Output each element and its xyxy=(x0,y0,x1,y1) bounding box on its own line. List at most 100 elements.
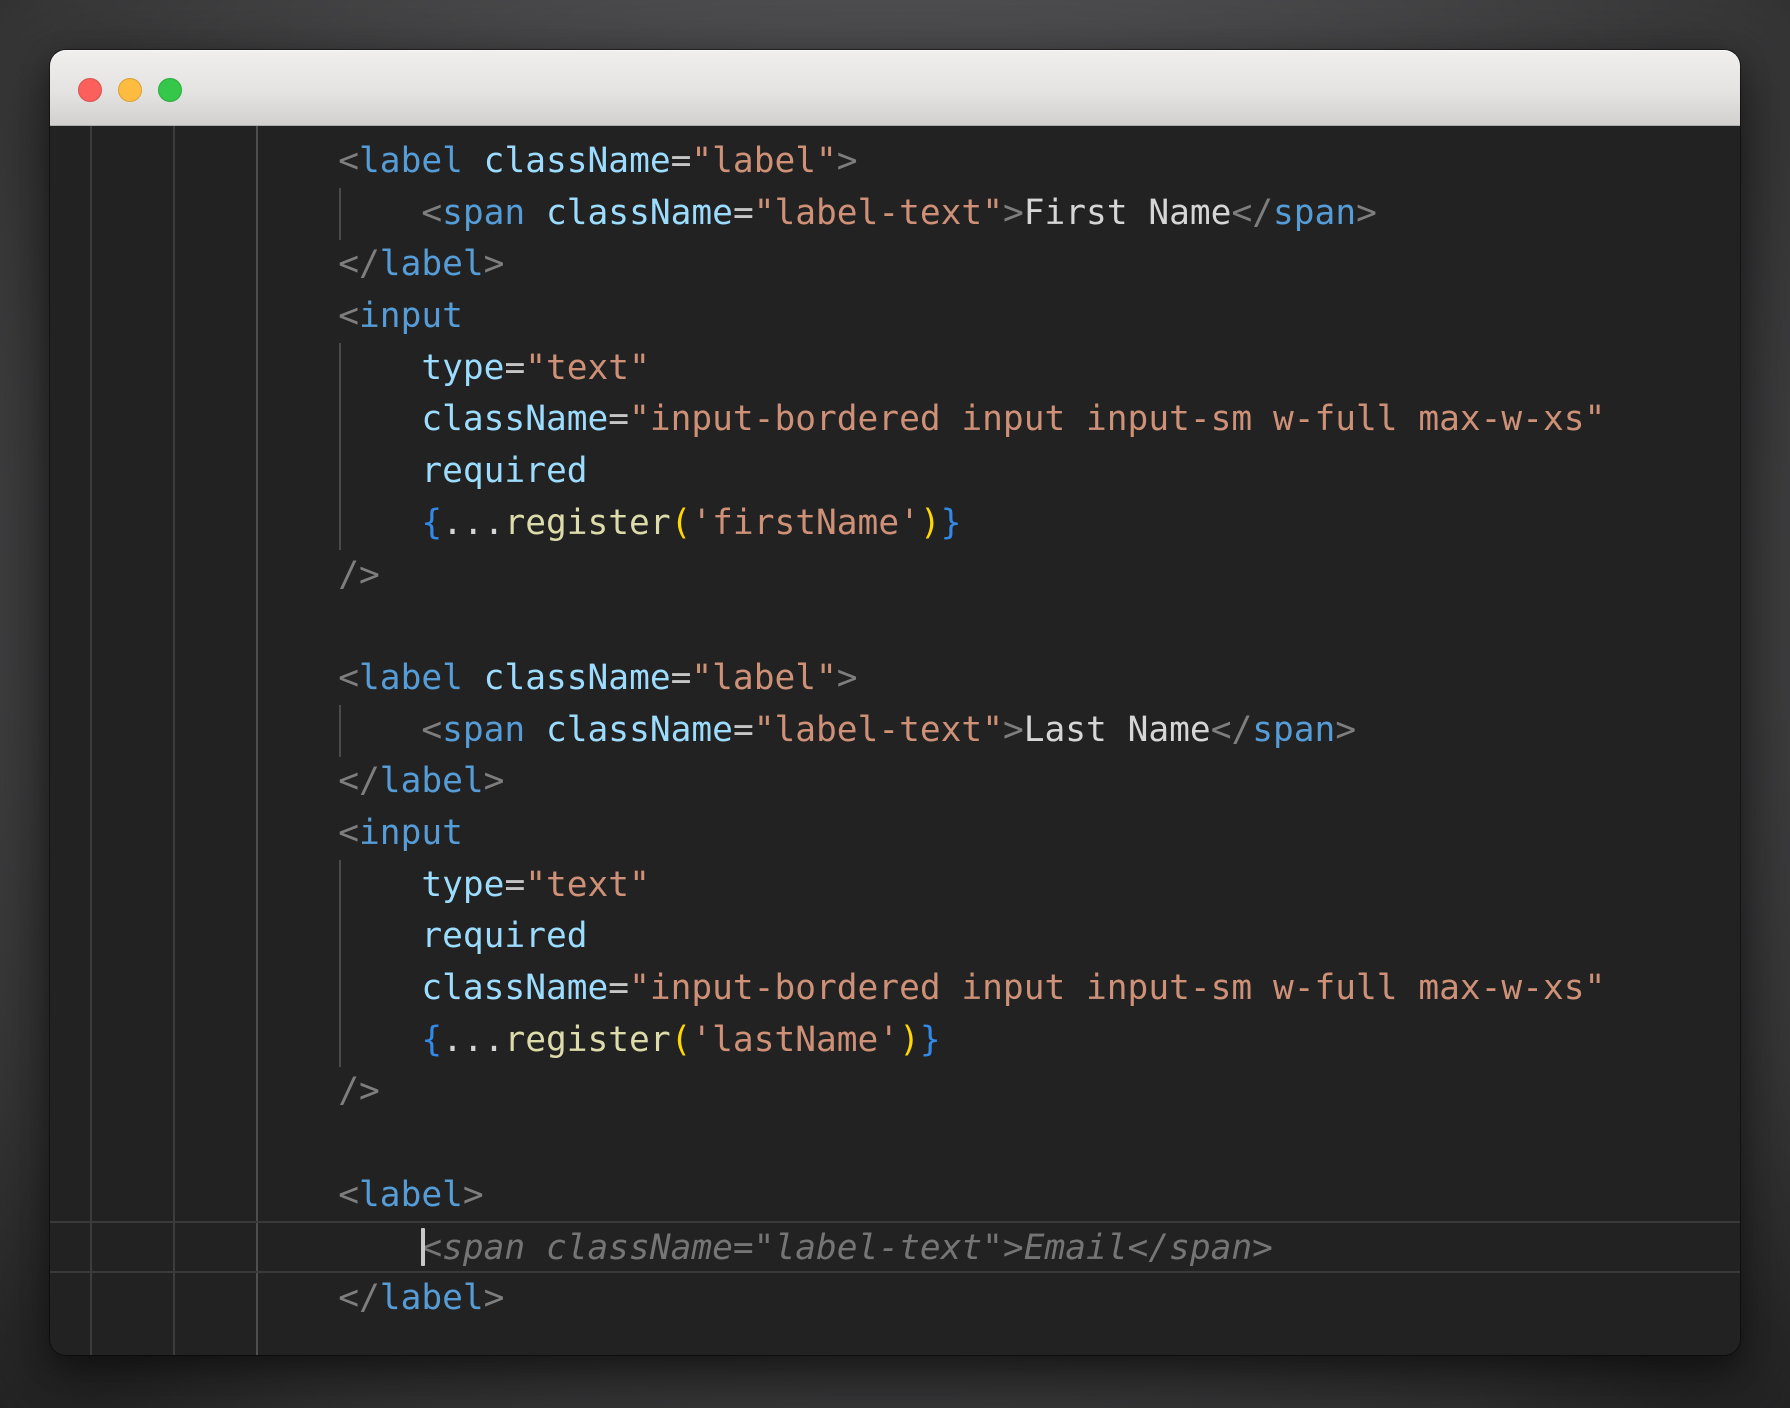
code-token: < xyxy=(338,1175,359,1215)
code-token: < xyxy=(338,141,359,181)
code-token: Last Name xyxy=(1024,710,1211,750)
code-token: ( xyxy=(671,503,692,543)
code-token: label xyxy=(359,658,463,698)
code-token: label xyxy=(359,141,463,181)
code-line xyxy=(50,1118,1740,1170)
code-line: type="text" xyxy=(50,860,1740,912)
code-token: = xyxy=(504,865,525,905)
code-line: </label> xyxy=(50,756,1740,808)
code-token: > xyxy=(463,1175,484,1215)
code-token: < xyxy=(338,296,359,336)
code-token: > xyxy=(484,244,505,284)
code-line: /> xyxy=(50,1066,1740,1118)
code-token: span xyxy=(442,710,525,750)
code-token: "label" xyxy=(691,141,836,181)
code-token: label xyxy=(359,1175,463,1215)
code-token: span xyxy=(1252,710,1335,750)
code-token: type xyxy=(421,348,504,388)
code-token: = xyxy=(608,399,629,439)
code-token: > xyxy=(1003,710,1024,750)
code-token: input xyxy=(359,813,463,853)
code-token: ... xyxy=(442,503,504,543)
code-token: < xyxy=(421,193,442,233)
code-line: className="input-bordered input input-sm… xyxy=(50,394,1740,446)
code-line: <input xyxy=(50,808,1740,860)
code-token: </ xyxy=(338,761,380,801)
code-token: </ xyxy=(338,1278,380,1318)
code-line: required xyxy=(50,446,1740,498)
code-line: <label className="label"> xyxy=(50,136,1740,188)
code-line: <span className="label-text">First Name<… xyxy=(50,188,1740,240)
code-line: {...register('firstName')} xyxy=(50,498,1740,550)
code-token: className xyxy=(421,399,608,439)
code-token: ) xyxy=(899,1020,920,1060)
code-token: register xyxy=(504,1020,670,1060)
code-token: { xyxy=(421,1020,442,1060)
code-line-current: <span className="label-text">Email</span… xyxy=(50,1221,1740,1273)
code-token: } xyxy=(920,1020,941,1060)
code-token: 'lastName' xyxy=(691,1020,899,1060)
code-token: "input-bordered input input-sm w-full ma… xyxy=(629,968,1605,1008)
code-token: 'firstName' xyxy=(691,503,919,543)
code-token: > xyxy=(837,658,858,698)
code-token xyxy=(463,141,484,181)
code-token: className xyxy=(421,968,608,1008)
code-token: </ xyxy=(1211,710,1253,750)
code-token: required xyxy=(421,916,587,956)
code-token: label xyxy=(380,244,484,284)
code-token: "text" xyxy=(525,865,650,905)
code-token: "text" xyxy=(525,348,650,388)
code-token: > xyxy=(1335,710,1356,750)
code-token: "input-bordered input input-sm w-full ma… xyxy=(629,399,1605,439)
code-line: type="text" xyxy=(50,343,1740,395)
code-line: className="input-bordered input input-sm… xyxy=(50,963,1740,1015)
code-token: } xyxy=(941,503,962,543)
window-titlebar[interactable] xyxy=(50,50,1740,126)
code-token: className xyxy=(546,193,733,233)
code-token: span xyxy=(1273,193,1356,233)
code-token: className xyxy=(546,710,733,750)
code-token: "label-text" xyxy=(754,193,1003,233)
code-token: < xyxy=(338,658,359,698)
code-token: label xyxy=(380,1278,484,1318)
code-token: < xyxy=(421,710,442,750)
code-token: = xyxy=(733,193,754,233)
traffic-lights xyxy=(78,78,182,102)
code-token: "label-text" xyxy=(754,710,1003,750)
code-token: > xyxy=(837,141,858,181)
code-token: ( xyxy=(671,1020,692,1060)
code-token: ... xyxy=(442,1020,504,1060)
code-token: = xyxy=(733,710,754,750)
code-line: {...register('lastName')} xyxy=(50,1015,1740,1067)
minimize-button[interactable] xyxy=(118,78,142,102)
code-token: className xyxy=(484,141,671,181)
code-token: type xyxy=(421,865,504,905)
text-cursor xyxy=(421,1228,425,1266)
code-token: /> xyxy=(338,1071,380,1111)
code-token xyxy=(525,193,546,233)
code-token: ) xyxy=(920,503,941,543)
code-token: < xyxy=(338,813,359,853)
code-token: /> xyxy=(338,555,380,595)
close-button[interactable] xyxy=(78,78,102,102)
code-token: { xyxy=(421,503,442,543)
code-token: </ xyxy=(338,244,380,284)
code-line: <label> xyxy=(50,1170,1740,1222)
code-line: <span className="label-text">Last Name</… xyxy=(50,705,1740,757)
code-line: <label className="label"> xyxy=(50,653,1740,705)
code-lines: <label className="label"> <span classNam… xyxy=(50,126,1740,1325)
ghost-suggestion-text: <span className="label-text">Email</span… xyxy=(421,1228,1273,1268)
zoom-button[interactable] xyxy=(158,78,182,102)
code-token: label xyxy=(380,761,484,801)
code-token xyxy=(463,658,484,698)
code-token: span xyxy=(442,193,525,233)
code-token xyxy=(525,710,546,750)
desktop-background: <label className="label"> <span classNam… xyxy=(0,0,1790,1408)
code-line: </label> xyxy=(50,239,1740,291)
code-token: First Name xyxy=(1024,193,1232,233)
code-token: required xyxy=(421,451,587,491)
code-token: "label" xyxy=(691,658,836,698)
code-editor[interactable]: <label className="label"> <span classNam… xyxy=(50,126,1740,1355)
code-token: > xyxy=(1003,193,1024,233)
code-token: = xyxy=(608,968,629,1008)
